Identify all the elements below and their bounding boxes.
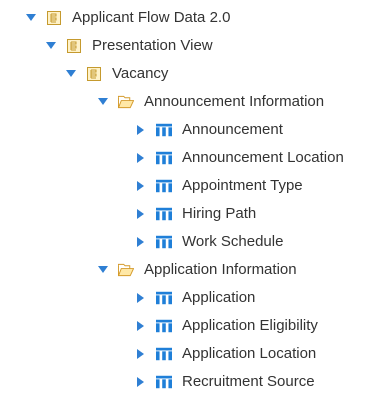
table-icon <box>156 290 172 306</box>
package-icon <box>46 10 62 26</box>
expand-right-icon[interactable] <box>134 151 148 165</box>
expand-down-icon[interactable] <box>44 39 58 53</box>
tree-node-vacancy[interactable]: Vacancy <box>64 60 168 88</box>
tree-node-label: Announcement Information <box>144 93 325 110</box>
tree-node-label: Applicant Flow Data 2.0 <box>72 9 231 26</box>
expand-down-icon[interactable] <box>64 67 78 81</box>
package-icon <box>66 38 82 54</box>
expand-right-icon[interactable] <box>134 123 148 137</box>
tree-node-table[interactable]: Announcement Location <box>134 144 344 172</box>
table-icon <box>156 178 172 194</box>
tree-node-table[interactable]: Application Location <box>134 340 316 368</box>
tree-node-announcement-information[interactable]: Announcement Information <box>96 88 324 116</box>
tree-node-label: Application Information <box>144 261 297 278</box>
model-tree: Applicant Flow Data 2.0 Presentation Vie… <box>0 0 371 393</box>
expand-right-icon[interactable] <box>134 235 148 249</box>
tree-node-application-information[interactable]: Application Information <box>96 256 297 284</box>
tree-node-label: Announcement <box>182 121 283 138</box>
package-icon <box>86 66 102 82</box>
expand-right-icon[interactable] <box>134 179 148 193</box>
expand-right-icon[interactable] <box>134 207 148 221</box>
tree-node-label: Application Eligibility <box>182 317 318 334</box>
tree-node-label: Work Schedule <box>182 233 284 250</box>
tree-node-label: Hiring Path <box>182 205 257 222</box>
expand-down-icon[interactable] <box>24 11 38 25</box>
table-icon <box>156 374 172 390</box>
table-icon <box>156 346 172 362</box>
expand-right-icon[interactable] <box>134 347 148 361</box>
table-icon <box>156 150 172 166</box>
tree-node-table[interactable]: Application Eligibility <box>134 312 318 340</box>
tree-node-table[interactable]: Announcement <box>134 116 283 144</box>
table-icon <box>156 318 172 334</box>
expand-down-icon[interactable] <box>96 263 110 277</box>
tree-node-table[interactable]: Hiring Path <box>134 200 256 228</box>
tree-node-table[interactable]: Work Schedule <box>134 228 283 256</box>
tree-node-label: Announcement Location <box>182 149 344 166</box>
tree-node-presentation-view[interactable]: Presentation View <box>44 32 213 60</box>
tree-node-table[interactable]: Appointment Type <box>134 172 303 200</box>
table-icon <box>156 234 172 250</box>
table-icon <box>156 206 172 222</box>
tree-node-table[interactable]: Recruitment Source <box>134 368 315 396</box>
tree-node-label: Application <box>182 289 256 306</box>
tree-node-label: Recruitment Source <box>182 373 315 390</box>
expand-right-icon[interactable] <box>134 319 148 333</box>
tree-node-label: Presentation View <box>92 37 213 54</box>
expand-right-icon[interactable] <box>134 291 148 305</box>
expand-right-icon[interactable] <box>134 375 148 389</box>
table-icon <box>156 122 172 138</box>
tree-node-label: Application Location <box>182 345 317 362</box>
expand-down-icon[interactable] <box>96 95 110 109</box>
tree-node-label: Appointment Type <box>182 177 303 194</box>
folder-open-icon <box>118 94 134 110</box>
tree-node-label: Vacancy <box>112 65 169 82</box>
folder-open-icon <box>118 262 134 278</box>
tree-node-root[interactable]: Applicant Flow Data 2.0 <box>24 4 230 32</box>
tree-node-table[interactable]: Application <box>134 284 255 312</box>
